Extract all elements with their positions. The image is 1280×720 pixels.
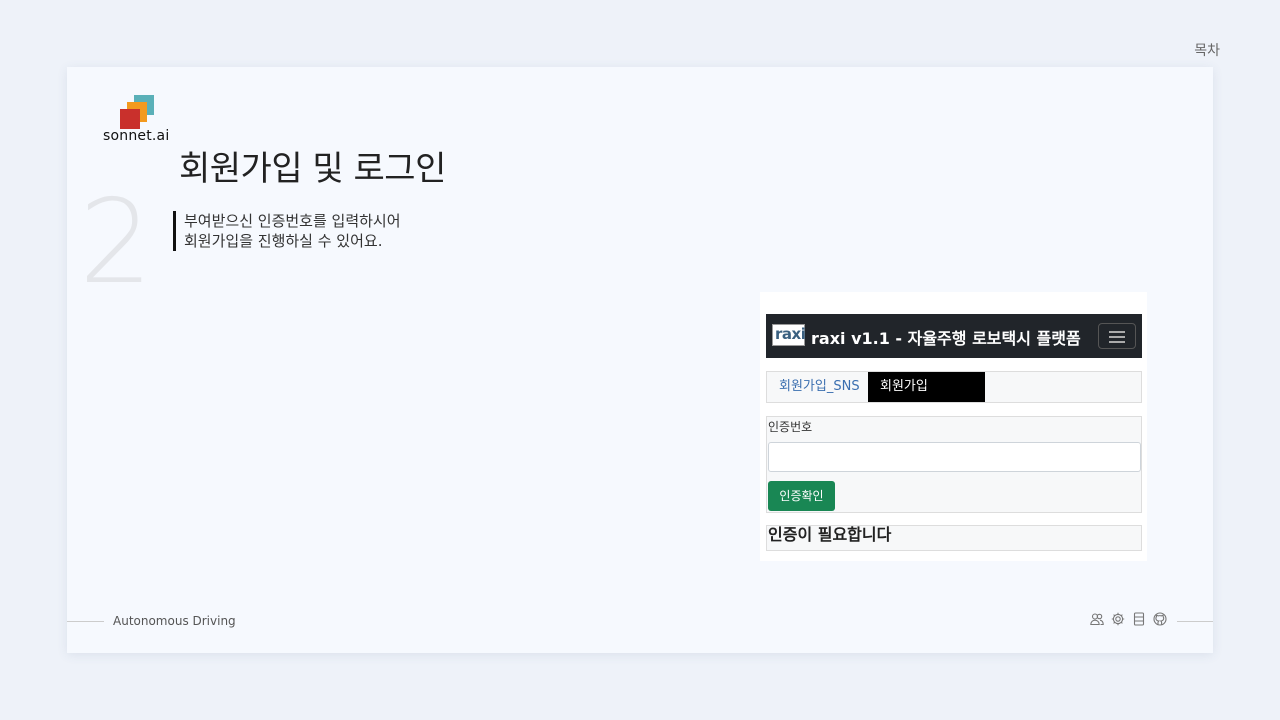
- verify-button[interactable]: 인증확인: [768, 481, 835, 511]
- app-screenshot: raxi raxi v1.1 - 자율주행 로보택시 플랫폼 회원가입_SNS …: [760, 292, 1147, 561]
- footer-icons: [1090, 612, 1167, 626]
- users-icon[interactable]: [1090, 612, 1104, 626]
- tab-signup-email[interactable]: 회원가입_EMAIL: [868, 372, 985, 424]
- signup-tabs: 회원가입_SNS 회원가입_EMAIL: [766, 371, 1142, 424]
- page-title: 회원가입 및 로그인: [179, 149, 446, 189]
- description-line: 회원가입을 진행하실 수 있어요.: [184, 232, 383, 250]
- github-icon[interactable]: [1153, 612, 1167, 626]
- footer-text: Autonomous Driving: [113, 614, 236, 628]
- toc-link[interactable]: 목차: [1194, 40, 1220, 60]
- footer-divider: [1177, 621, 1213, 622]
- description-line: 부여받으신 인증번호를 입력하시어: [184, 212, 401, 230]
- raxi-logo[interactable]: raxi: [772, 324, 806, 346]
- verification-form: 인증번호 인증확인: [766, 416, 1142, 513]
- description: 부여받으신 인증번호를 입력하시어 회원가입을 진행하실 수 있어요.: [173, 211, 401, 251]
- brand-logo: sonnet.ai: [103, 95, 183, 147]
- database-icon[interactable]: [1132, 612, 1146, 626]
- status-message: 인증이 필요합니다: [768, 525, 892, 544]
- app-navbar: raxi raxi v1.1 - 자율주행 로보택시 플랫폼: [766, 314, 1142, 358]
- logo-mark-icon: [120, 95, 154, 129]
- gear-icon[interactable]: [1111, 612, 1125, 626]
- raxi-logo-text: raxi: [775, 325, 806, 343]
- app-title: raxi v1.1 - 자율주행 로보택시 플랫폼: [811, 329, 1081, 348]
- footer-divider: [67, 621, 104, 622]
- menu-toggle-icon[interactable]: [1098, 323, 1136, 349]
- verification-code-input[interactable]: [768, 442, 1141, 472]
- slide: sonnet.ai 회원가입 및 로그인 2 부여받으신 인증번호를 입력하시어…: [67, 67, 1213, 653]
- verification-code-label: 인증번호: [768, 420, 813, 434]
- status-box: 인증이 필요합니다: [766, 525, 1142, 551]
- logo-text: sonnet.ai: [103, 128, 170, 144]
- section-number: 2: [79, 175, 153, 310]
- tab-signup-sns[interactable]: 회원가입_SNS: [767, 372, 872, 402]
